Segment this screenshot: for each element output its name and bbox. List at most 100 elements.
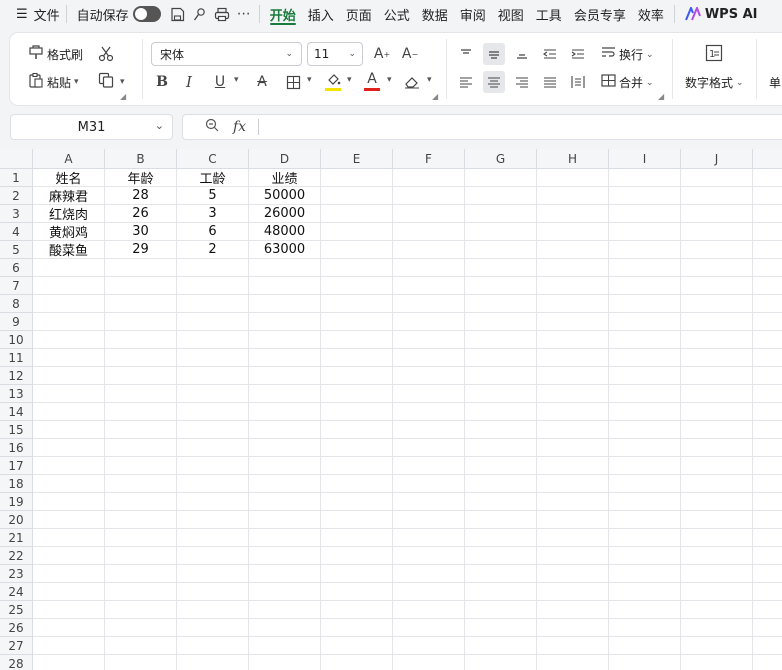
- cell-i28[interactable]: [609, 655, 681, 670]
- save-icon[interactable]: [167, 0, 189, 28]
- cell-f16[interactable]: [393, 439, 465, 457]
- cell-e26[interactable]: [321, 619, 393, 637]
- cell-k6[interactable]: [753, 259, 782, 277]
- row-header-18[interactable]: 18: [0, 475, 33, 493]
- cell-c2[interactable]: 5: [177, 187, 249, 205]
- cell-f27[interactable]: [393, 637, 465, 655]
- chevron-down-icon[interactable]: ⌄: [155, 119, 164, 132]
- cell-d15[interactable]: [249, 421, 321, 439]
- column-header-c[interactable]: C: [177, 149, 249, 169]
- cell-b18[interactable]: [105, 475, 177, 493]
- cell-a10[interactable]: [33, 331, 105, 349]
- chevron-down-icon[interactable]: ▾: [347, 75, 352, 85]
- row-header-24[interactable]: 24: [0, 583, 33, 601]
- cell-g8[interactable]: [465, 295, 537, 313]
- cell-c16[interactable]: [177, 439, 249, 457]
- cell-f14[interactable]: [393, 403, 465, 421]
- decrease-indent-icon[interactable]: [539, 43, 561, 65]
- cell-b24[interactable]: [105, 583, 177, 601]
- cell-g5[interactable]: [465, 241, 537, 259]
- row-header-11[interactable]: 11: [0, 349, 33, 367]
- row-header-23[interactable]: 23: [0, 565, 33, 583]
- cell-f20[interactable]: [393, 511, 465, 529]
- cell-a16[interactable]: [33, 439, 105, 457]
- cell-d10[interactable]: [249, 331, 321, 349]
- select-all-corner[interactable]: [0, 149, 33, 169]
- cell-k17[interactable]: [753, 457, 782, 475]
- cell-j6[interactable]: [681, 259, 753, 277]
- spreadsheet-grid[interactable]: A B C D E F G H I J 1 姓名 年龄 工龄 业绩 2 麻辣君 28 5 50000 3 红烧肉 26 3 26…: [0, 149, 782, 670]
- cell-i20[interactable]: [609, 511, 681, 529]
- cell-h11[interactable]: [537, 349, 609, 367]
- cell-i15[interactable]: [609, 421, 681, 439]
- cell-h28[interactable]: [537, 655, 609, 670]
- cell-g18[interactable]: [465, 475, 537, 493]
- cell-i4[interactable]: [609, 223, 681, 241]
- cell-j26[interactable]: [681, 619, 753, 637]
- cell-j27[interactable]: [681, 637, 753, 655]
- tab-page[interactable]: 页面: [340, 0, 378, 28]
- cell-f9[interactable]: [393, 313, 465, 331]
- file-menu[interactable]: ☰ 文件: [0, 0, 62, 28]
- cell-e11[interactable]: [321, 349, 393, 367]
- align-middle-icon[interactable]: [483, 43, 505, 65]
- format-painter-button[interactable]: 格式刷: [28, 44, 83, 64]
- cell-b17[interactable]: [105, 457, 177, 475]
- autosave-toggle[interactable]: 自动保存: [71, 0, 167, 28]
- cell-g1[interactable]: [465, 169, 537, 187]
- cell-i24[interactable]: [609, 583, 681, 601]
- cell-i13[interactable]: [609, 385, 681, 403]
- cell-d18[interactable]: [249, 475, 321, 493]
- cell-a1[interactable]: 姓名: [33, 169, 105, 187]
- cell-j5[interactable]: [681, 241, 753, 259]
- cell-d27[interactable]: [249, 637, 321, 655]
- cell-k28[interactable]: [753, 655, 782, 670]
- cell-b20[interactable]: [105, 511, 177, 529]
- cell-b13[interactable]: [105, 385, 177, 403]
- cell-i22[interactable]: [609, 547, 681, 565]
- column-header-e[interactable]: E: [321, 149, 393, 169]
- row-header-4[interactable]: 4: [0, 223, 33, 241]
- cell-c10[interactable]: [177, 331, 249, 349]
- cell-g21[interactable]: [465, 529, 537, 547]
- cell-a15[interactable]: [33, 421, 105, 439]
- cell-h12[interactable]: [537, 367, 609, 385]
- formula-bar[interactable]: fx: [182, 114, 782, 140]
- cell-h2[interactable]: [537, 187, 609, 205]
- cell-f28[interactable]: [393, 655, 465, 670]
- cell-c24[interactable]: [177, 583, 249, 601]
- cell-d26[interactable]: [249, 619, 321, 637]
- cell-c6[interactable]: [177, 259, 249, 277]
- cell-d25[interactable]: [249, 601, 321, 619]
- cell-j7[interactable]: [681, 277, 753, 295]
- cell-g12[interactable]: [465, 367, 537, 385]
- cell-h16[interactable]: [537, 439, 609, 457]
- cell-j2[interactable]: [681, 187, 753, 205]
- row-header-2[interactable]: 2: [0, 187, 33, 205]
- cell-c17[interactable]: [177, 457, 249, 475]
- cell-k13[interactable]: [753, 385, 782, 403]
- cell-a17[interactable]: [33, 457, 105, 475]
- cell-a5[interactable]: 酸菜鱼: [33, 241, 105, 259]
- copy-button[interactable]: ▾: [98, 72, 125, 92]
- cell-i10[interactable]: [609, 331, 681, 349]
- cell-d12[interactable]: [249, 367, 321, 385]
- cell-a3[interactable]: 红烧肉: [33, 205, 105, 223]
- cell-i12[interactable]: [609, 367, 681, 385]
- cell-d8[interactable]: [249, 295, 321, 313]
- cell-i25[interactable]: [609, 601, 681, 619]
- cell-j3[interactable]: [681, 205, 753, 223]
- cell-k9[interactable]: [753, 313, 782, 331]
- cell-j14[interactable]: [681, 403, 753, 421]
- cell-g22[interactable]: [465, 547, 537, 565]
- cell-b1[interactable]: 年龄: [105, 169, 177, 187]
- row-header-28[interactable]: 28: [0, 655, 33, 670]
- cell-j11[interactable]: [681, 349, 753, 367]
- paste-button[interactable]: 粘贴 ▾: [28, 72, 79, 92]
- cell-j28[interactable]: [681, 655, 753, 670]
- cell-h8[interactable]: [537, 295, 609, 313]
- cell-e2[interactable]: [321, 187, 393, 205]
- cell-g14[interactable]: [465, 403, 537, 421]
- cell-e7[interactable]: [321, 277, 393, 295]
- cell-d5[interactable]: 63000: [249, 241, 321, 259]
